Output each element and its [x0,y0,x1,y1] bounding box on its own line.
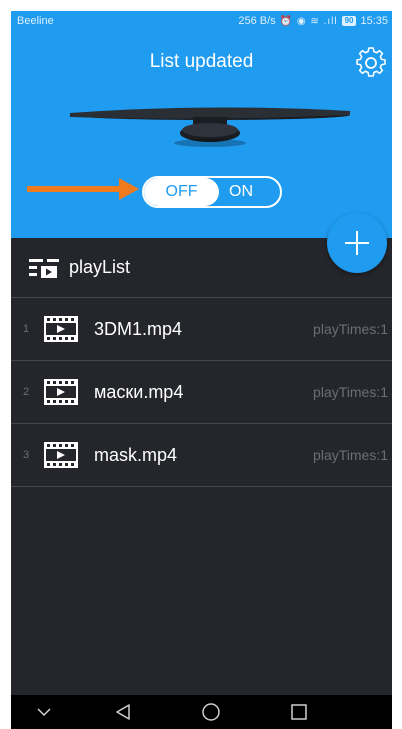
item-name: 3DM1.mp4 [94,318,183,339]
item-play-times: playTimes:1 [313,447,388,463]
status-bar: Beeline 256 B/s ⏰ ◉ ≋ .ıll 90 15:35 [11,11,392,33]
settings-button[interactable] [353,45,389,81]
playlist-title: playList [69,257,131,277]
toggle-on-option[interactable]: ON [219,178,280,206]
list-item[interactable]: 2 маски.mp4 playTimes:1 [11,361,392,424]
status-icons: ⏰ ◉ ≋ .ıll [279,15,338,27]
video-file-icon [44,442,78,468]
nav-recents-button[interactable] [288,701,310,723]
clock: 15:35 [360,15,388,27]
arrow-pointer [27,178,139,200]
network-speed: 256 B/s [238,15,276,27]
item-index: 1 [23,323,30,335]
item-play-times: playTimes:1 [313,384,388,400]
item-index: 2 [23,386,30,398]
playlist-list: 1 3DM1.mp4 playTimes:1 2 маски.mp4 playT… [11,298,392,487]
nav-collapse-button[interactable] [33,701,55,723]
toggle-off-option[interactable]: OFF [144,178,219,206]
add-button[interactable] [327,213,387,273]
playlist-icon [29,258,59,278]
carrier-label: Beeline [17,15,54,27]
list-item[interactable]: 1 3DM1.mp4 playTimes:1 [11,298,392,361]
nav-back-button[interactable] [112,701,134,723]
chevron-down-icon [37,708,51,717]
page-title: List updated [149,51,254,72]
recents-icon [291,704,307,720]
power-toggle[interactable]: OFF ON [142,176,282,208]
status-right: 256 B/s ⏰ ◉ ≋ .ıll 90 15:35 [238,15,388,27]
item-index: 3 [23,449,30,461]
battery-icon: 90 [341,16,357,26]
header-panel: Beeline 256 B/s ⏰ ◉ ≋ .ıll 90 15:35 List… [11,11,392,238]
list-item[interactable]: 3 mask.mp4 playTimes:1 [11,424,392,487]
item-play-times: playTimes:1 [313,321,388,337]
nav-home-button[interactable] [200,701,222,723]
system-nav-bar [11,695,392,729]
hologram-fan-image [70,107,350,147]
plus-icon [345,231,369,255]
video-file-icon [44,379,78,405]
video-file-icon [44,316,78,342]
item-name: mask.mp4 [94,444,178,465]
app-screen: Beeline 256 B/s ⏰ ◉ ≋ .ıll 90 15:35 List… [11,11,392,729]
home-icon [202,703,220,721]
gear-icon [356,47,386,77]
back-icon [116,704,130,720]
item-name: маски.mp4 [94,381,184,402]
